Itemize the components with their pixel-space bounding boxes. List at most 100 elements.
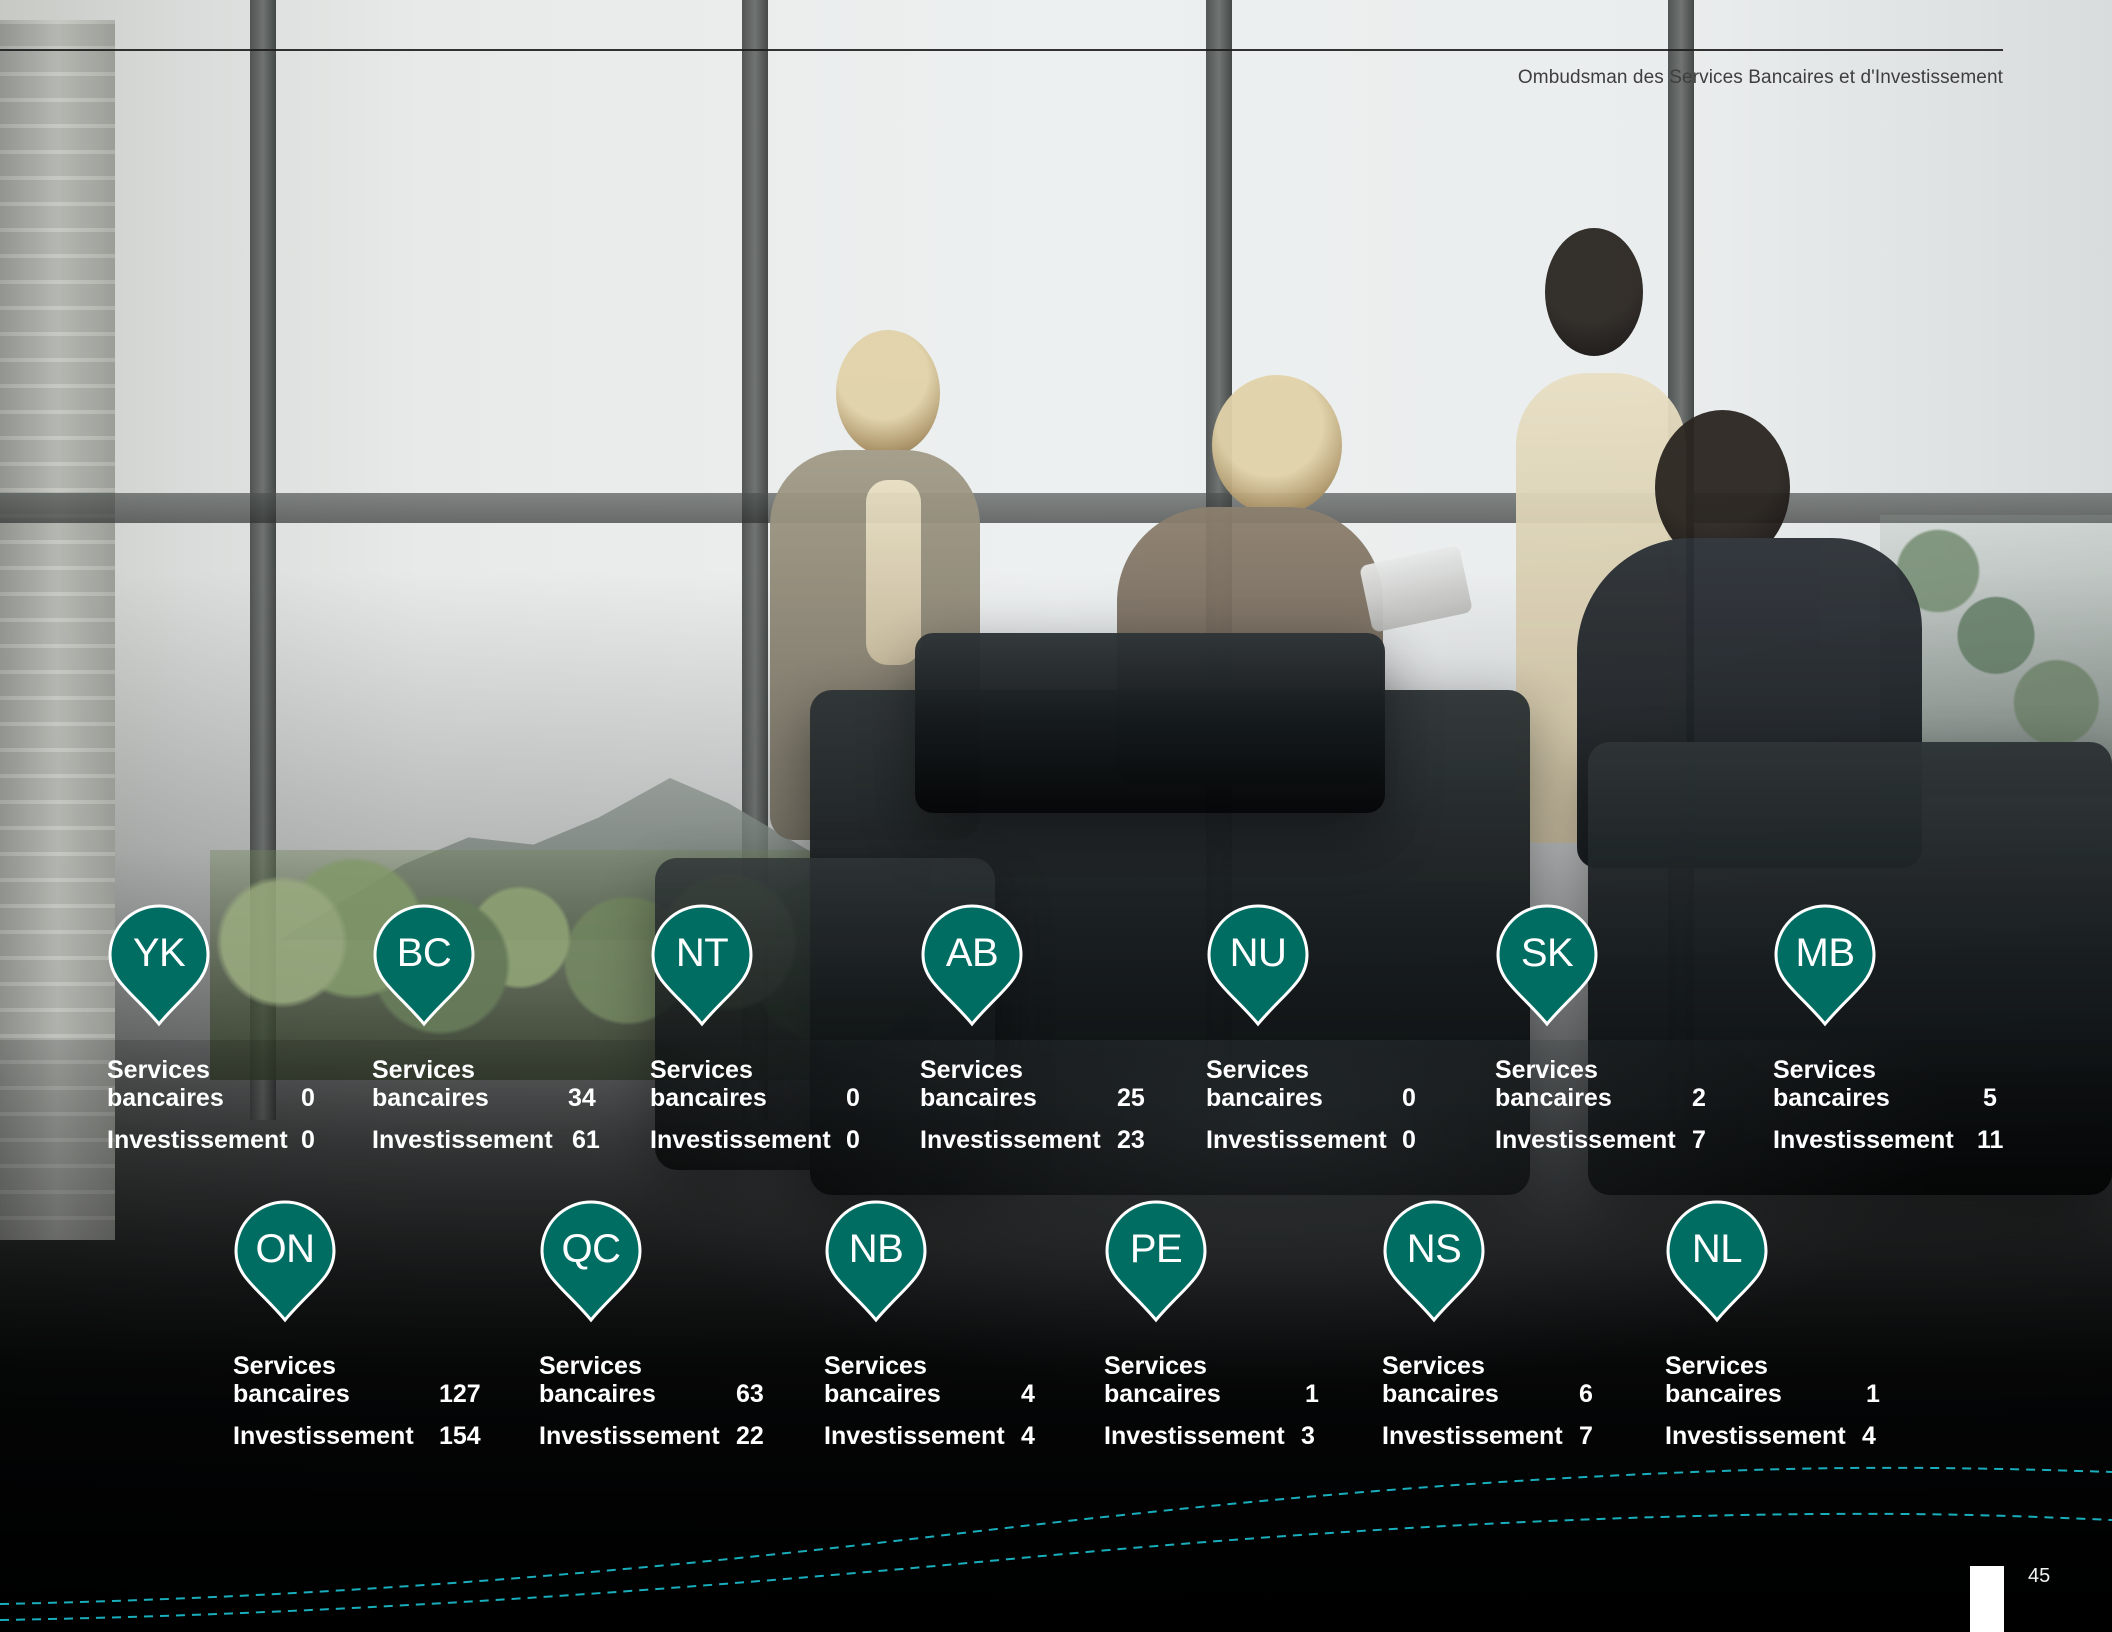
investments-value: 0 xyxy=(846,1126,860,1154)
services-label: Services bancaires xyxy=(1104,1352,1221,1408)
organization-header: Ombudsman des Services Bancaires et d'In… xyxy=(1517,67,2003,88)
investments-value: 23 xyxy=(1117,1126,1145,1154)
complaint-stats: Services bancaires 127 Investissement 15… xyxy=(233,1352,483,1464)
region-card-sk: SK Services bancaires 2 Investissement 7 xyxy=(1495,904,1745,1204)
region-card-ab: AB Services bancaires 25 Investissement … xyxy=(920,904,1170,1204)
location-pin-icon: NS xyxy=(1382,1200,1486,1324)
location-pin-icon: QC xyxy=(539,1200,643,1324)
services-label: Services bancaires xyxy=(1382,1352,1499,1408)
investments-label: Investissement xyxy=(1495,1126,1676,1154)
location-pin-icon: AB xyxy=(920,904,1024,1028)
region-code: NS xyxy=(1406,1227,1462,1271)
sofa-backrest xyxy=(915,633,1385,813)
location-pin-icon: SK xyxy=(1495,904,1599,1028)
investments-label: Investissement xyxy=(233,1422,414,1450)
services-value: 6 xyxy=(1579,1380,1593,1408)
investments-value: 7 xyxy=(1692,1126,1706,1154)
region-card-mb: MB Services bancaires 5 Investissement 1… xyxy=(1773,904,2023,1204)
services-value: 1 xyxy=(1866,1380,1880,1408)
complaint-stats: Services bancaires 34 Investissement 61 xyxy=(372,1056,622,1168)
complaint-stats: Services bancaires 6 Investissement 7 xyxy=(1382,1352,1632,1464)
document-page: Ombudsman des Services Bancaires et d'In… xyxy=(0,0,2112,1632)
region-code: ON xyxy=(255,1227,316,1271)
investments-value: 22 xyxy=(736,1422,764,1450)
investments-label: Investissement xyxy=(1206,1126,1387,1154)
complaint-stats: Services bancaires 4 Investissement 4 xyxy=(824,1352,1074,1464)
services-label: Services bancaires xyxy=(1773,1056,1890,1112)
page-number: 45 xyxy=(2028,1565,2051,1587)
investments-value: 0 xyxy=(301,1126,315,1154)
complaint-stats: Services bancaires 1 Investissement 4 xyxy=(1665,1352,1915,1464)
investments-value: 4 xyxy=(1862,1422,1876,1450)
complaint-stats: Services bancaires 2 Investissement 7 xyxy=(1495,1056,1745,1168)
complaint-stats: Services bancaires 0 Investissement 0 xyxy=(1206,1056,1456,1168)
complaint-stats: Services bancaires 25 Investissement 23 xyxy=(920,1056,1170,1168)
services-value: 127 xyxy=(439,1380,481,1408)
region-code: AB xyxy=(945,931,999,975)
region-code: NL xyxy=(1691,1227,1743,1271)
complaint-stats: Services bancaires 0 Investissement 0 xyxy=(107,1056,357,1168)
investments-value: 154 xyxy=(439,1422,481,1450)
complaint-stats: Services bancaires 63 Investissement 22 xyxy=(539,1352,789,1464)
investments-label: Investissement xyxy=(372,1126,553,1154)
services-value: 5 xyxy=(1983,1084,1997,1112)
services-value: 25 xyxy=(1117,1084,1145,1112)
region-card-nt: NT Services bancaires 0 Investissement 0 xyxy=(650,904,900,1204)
complaint-stats: Services bancaires 0 Investissement 0 xyxy=(650,1056,900,1168)
region-card-bc: BC Services bancaires 34 Investissement … xyxy=(372,904,622,1204)
location-pin-icon: ON xyxy=(233,1200,337,1324)
investments-label: Investissement xyxy=(539,1422,720,1450)
services-value: 1 xyxy=(1305,1380,1319,1408)
investments-value: 61 xyxy=(572,1126,600,1154)
services-value: 4 xyxy=(1021,1380,1035,1408)
region-code: BC xyxy=(396,931,452,975)
region-code: SK xyxy=(1520,931,1574,975)
services-label: Services bancaires xyxy=(824,1352,941,1408)
services-label: Services bancaires xyxy=(920,1056,1037,1112)
location-pin-icon: YK xyxy=(107,904,211,1028)
region-code: QC xyxy=(561,1227,622,1271)
services-value: 2 xyxy=(1692,1084,1706,1112)
services-value: 63 xyxy=(736,1380,764,1408)
location-pin-icon: MB xyxy=(1773,904,1877,1028)
location-pin-icon: BC xyxy=(372,904,476,1028)
services-label: Services bancaires xyxy=(1665,1352,1782,1408)
investments-label: Investissement xyxy=(920,1126,1101,1154)
services-value: 0 xyxy=(301,1084,315,1112)
complaint-stats: Services bancaires 1 Investissement 3 xyxy=(1104,1352,1354,1464)
region-code: YK xyxy=(132,931,186,975)
top-rule xyxy=(0,49,2003,51)
services-label: Services bancaires xyxy=(1495,1056,1612,1112)
services-label: Services bancaires xyxy=(1206,1056,1323,1112)
region-code: PE xyxy=(1129,1227,1183,1271)
investments-label: Investissement xyxy=(1104,1422,1285,1450)
location-pin-icon: NU xyxy=(1206,904,1310,1028)
complaint-stats: Services bancaires 5 Investissement 11 xyxy=(1773,1056,2023,1168)
investments-label: Investissement xyxy=(1665,1422,1846,1450)
investments-label: Investissement xyxy=(107,1126,288,1154)
investments-value: 7 xyxy=(1579,1422,1593,1450)
page-tab xyxy=(1970,1566,2004,1632)
investments-value: 3 xyxy=(1301,1422,1315,1450)
investments-label: Investissement xyxy=(650,1126,831,1154)
region-code: MB xyxy=(1795,931,1856,975)
services-label: Services bancaires xyxy=(650,1056,767,1112)
region-card-nu: NU Services bancaires 0 Investissement 0 xyxy=(1206,904,1456,1204)
services-label: Services bancaires xyxy=(107,1056,224,1112)
services-label: Services bancaires xyxy=(539,1352,656,1408)
services-value: 0 xyxy=(1402,1084,1416,1112)
region-card-yk: YK Services bancaires 0 Investissement 0 xyxy=(107,904,357,1204)
region-code: NU xyxy=(1229,931,1287,975)
location-pin-icon: NB xyxy=(824,1200,928,1324)
services-value: 0 xyxy=(846,1084,860,1112)
region-code: NT xyxy=(675,931,729,975)
services-label: Services bancaires xyxy=(233,1352,350,1408)
investments-value: 4 xyxy=(1021,1422,1035,1450)
investments-value: 11 xyxy=(1977,1126,2004,1154)
investments-label: Investissement xyxy=(824,1422,1005,1450)
decorative-dashed-wave xyxy=(0,1466,2112,1621)
services-value: 34 xyxy=(568,1084,596,1112)
region-code: NB xyxy=(848,1227,904,1271)
location-pin-icon: PE xyxy=(1104,1200,1208,1324)
investments-label: Investissement xyxy=(1382,1422,1563,1450)
